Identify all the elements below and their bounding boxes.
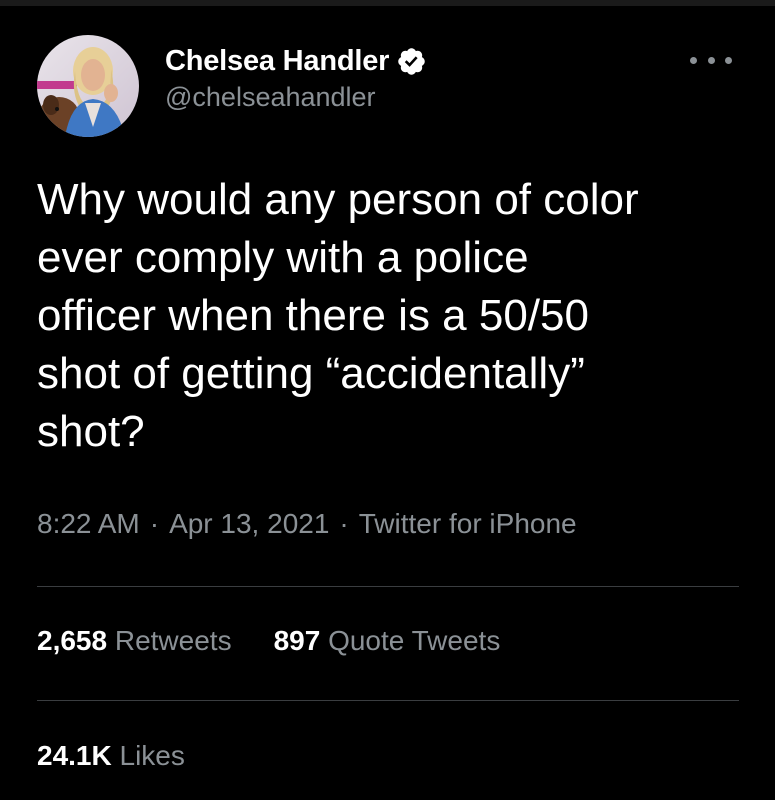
name-row: Chelsea Handler [165,44,427,78]
tweet-text-line: ever comply with a police [37,233,529,282]
meta-separator: · [149,508,160,539]
quote-tweets-stat[interactable]: 897 Quote Tweets [274,625,501,656]
tweet-time[interactable]: 8:22 AM [37,508,140,539]
likes-stat[interactable]: 24.1K Likes [37,740,185,771]
tweet-text: Why would any person of color ever compl… [37,171,737,461]
more-horizontal-icon[interactable] [690,50,732,70]
dot [725,56,732,64]
quote-tweets-count: 897 [273,625,321,656]
divider [37,586,739,587]
retweets-label: Retweets [114,625,232,656]
likes-label: Likes [119,740,185,771]
retweets-stat[interactable]: 2,658 Retweets [37,625,232,656]
quote-tweets-label: Quote Tweets [328,625,501,656]
tweet-text-line: shot? [37,407,145,456]
likes-count: 24.1K [37,740,112,771]
divider [37,700,739,701]
engagement-row: 2,658 Retweets 897 Quote Tweets [37,625,500,657]
display-name[interactable]: Chelsea Handler [165,45,389,78]
dot [690,56,697,64]
top-border [0,0,775,6]
retweets-count: 2,658 [37,625,108,656]
tweet-text-line: officer when there is a 50/50 [37,291,589,340]
avatar-image [37,35,139,137]
tweet-text-line: Why would any person of color [37,175,639,224]
author-block: Chelsea Handler @chelseahandler [165,44,427,113]
handle[interactable]: @chelseahandler [165,82,427,113]
tweet-source[interactable]: Twitter for iPhone [359,508,577,539]
tweet-meta: 8:22 AM · Apr 13, 2021 · Twitter for iPhone [37,508,577,540]
tweet-date[interactable]: Apr 13, 2021 [169,508,329,539]
likes-row: 24.1K Likes [37,740,185,772]
meta-separator: · [339,508,349,539]
dot [707,56,715,64]
verified-badge-icon [396,46,427,77]
avatar[interactable] [37,35,139,137]
tweet-text-line: shot of getting “accidentally” [37,349,585,398]
